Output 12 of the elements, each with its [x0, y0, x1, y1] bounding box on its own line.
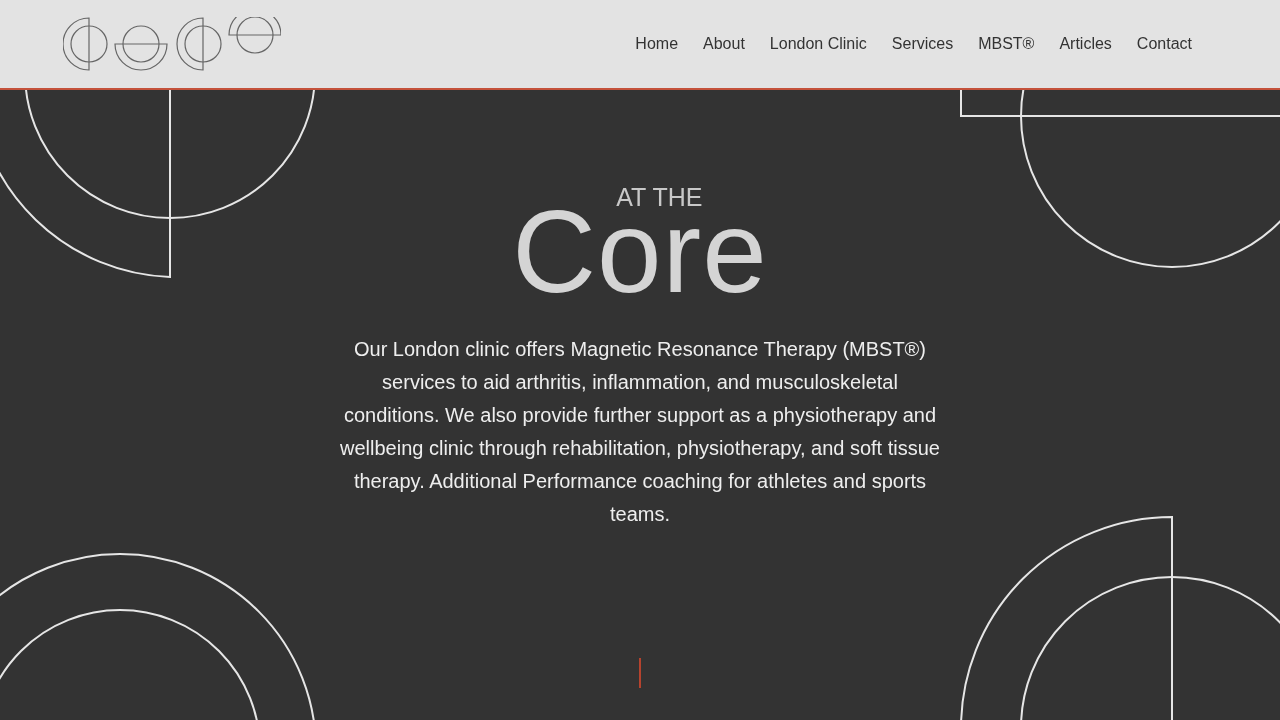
nav-link[interactable]: Services: [891, 32, 954, 56]
nav-link[interactable]: Articles: [1059, 32, 1112, 56]
nav-link[interactable]: Home: [635, 32, 679, 56]
nav-link[interactable]: MBST®: [978, 32, 1035, 56]
hero-kicker: AT THE: [616, 188, 703, 207]
scroll-indicator: [639, 658, 641, 688]
logo-icon[interactable]: [63, 17, 281, 71]
nav-link[interactable]: About: [703, 32, 745, 56]
hero-title: Core: [512, 209, 768, 295]
nav-link[interactable]: London Clinic: [769, 32, 867, 56]
nav-link[interactable]: Contact: [1136, 32, 1192, 56]
hero-description: Our London clinic offers Magnetic Resonance Therapy (MBST®) services to aid arthritis, inflammation, and musculoskeletal conditions. We also provide further support as a physiotherapy and wellbeing clinic through rehabilitation, physiotherapy, and soft tissue therapy. Additional Performance coaching for athletes and sports teams.: [340, 337, 940, 527]
